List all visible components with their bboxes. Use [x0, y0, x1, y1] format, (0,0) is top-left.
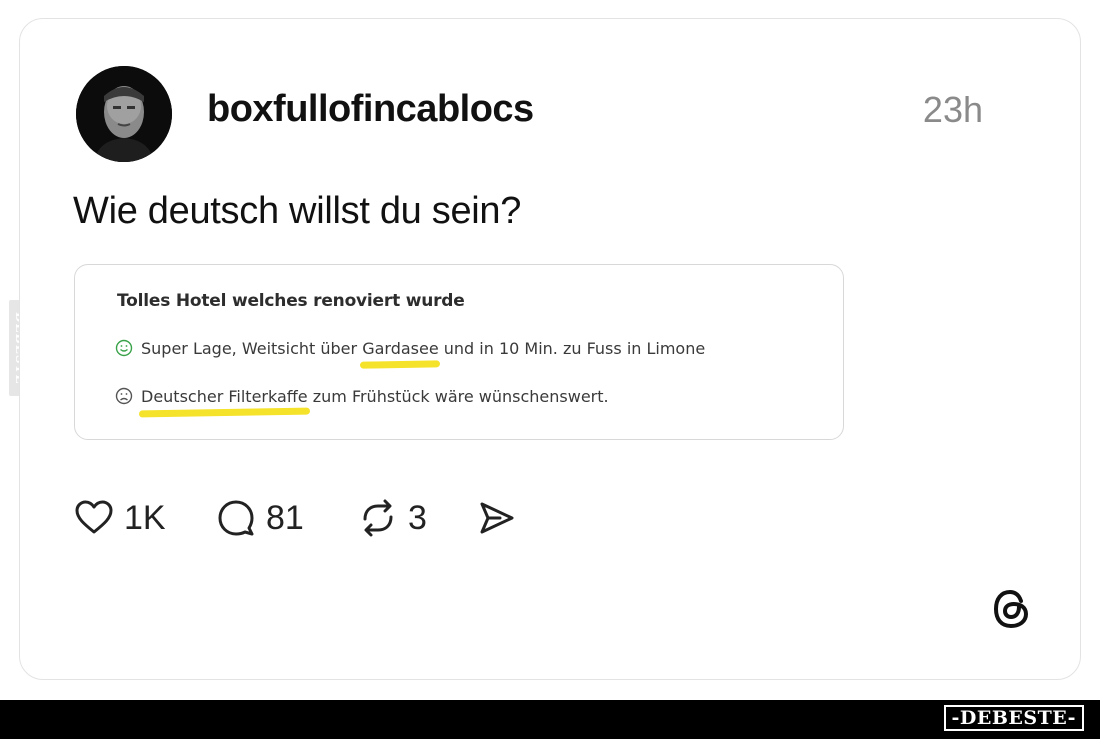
positive-text-before: Super Lage, Weitsicht über — [141, 339, 363, 358]
username[interactable]: boxfullofincablocs — [207, 88, 534, 131]
debeste-logo: -DEBESTE- — [943, 705, 1084, 731]
share-button[interactable] — [476, 495, 516, 541]
like-button[interactable]: 1K — [74, 495, 166, 541]
heart-icon — [75, 500, 113, 534]
like-count: 1K — [124, 498, 166, 537]
review-positive-line: Super Lage, Weitsicht über Gardasee und … — [115, 339, 705, 358]
review-negative-line: Deutscher Filterkaffe zum Frühstück wäre… — [115, 387, 609, 406]
comment-bubble-icon — [218, 500, 254, 536]
post-text: Wie deutsch willst du sein? — [73, 190, 522, 232]
review-screenshot: Tolles Hotel welches renoviert wurde Sup… — [74, 264, 844, 440]
profile-photo — [76, 66, 172, 162]
post-time: 23h — [922, 89, 983, 130]
threads-logo-icon — [993, 589, 1029, 629]
send-icon — [480, 502, 514, 534]
smiley-face-icon — [115, 339, 133, 357]
review-title: Tolles Hotel welches renoviert wurde — [117, 291, 465, 311]
highlight-gardasee: Gardasee — [362, 339, 439, 358]
highlight-filterkaffe: Deutscher Filterkaffe — [141, 387, 308, 406]
repost-count: 3 — [408, 498, 427, 537]
avatar[interactable] — [76, 66, 172, 162]
comment-count: 81 — [266, 498, 304, 537]
repost-button[interactable]: 3 — [358, 495, 427, 541]
repost-icon — [363, 499, 393, 537]
sad-face-icon — [115, 387, 133, 405]
negative-text-after: zum Frühstück wäre wünschenswert. — [307, 387, 609, 406]
comment-button[interactable]: 81 — [216, 495, 304, 541]
footer-bar: -DEBESTE- — [0, 700, 1100, 739]
positive-text-after: und in 10 Min. zu Fuss in Limone — [438, 339, 706, 358]
